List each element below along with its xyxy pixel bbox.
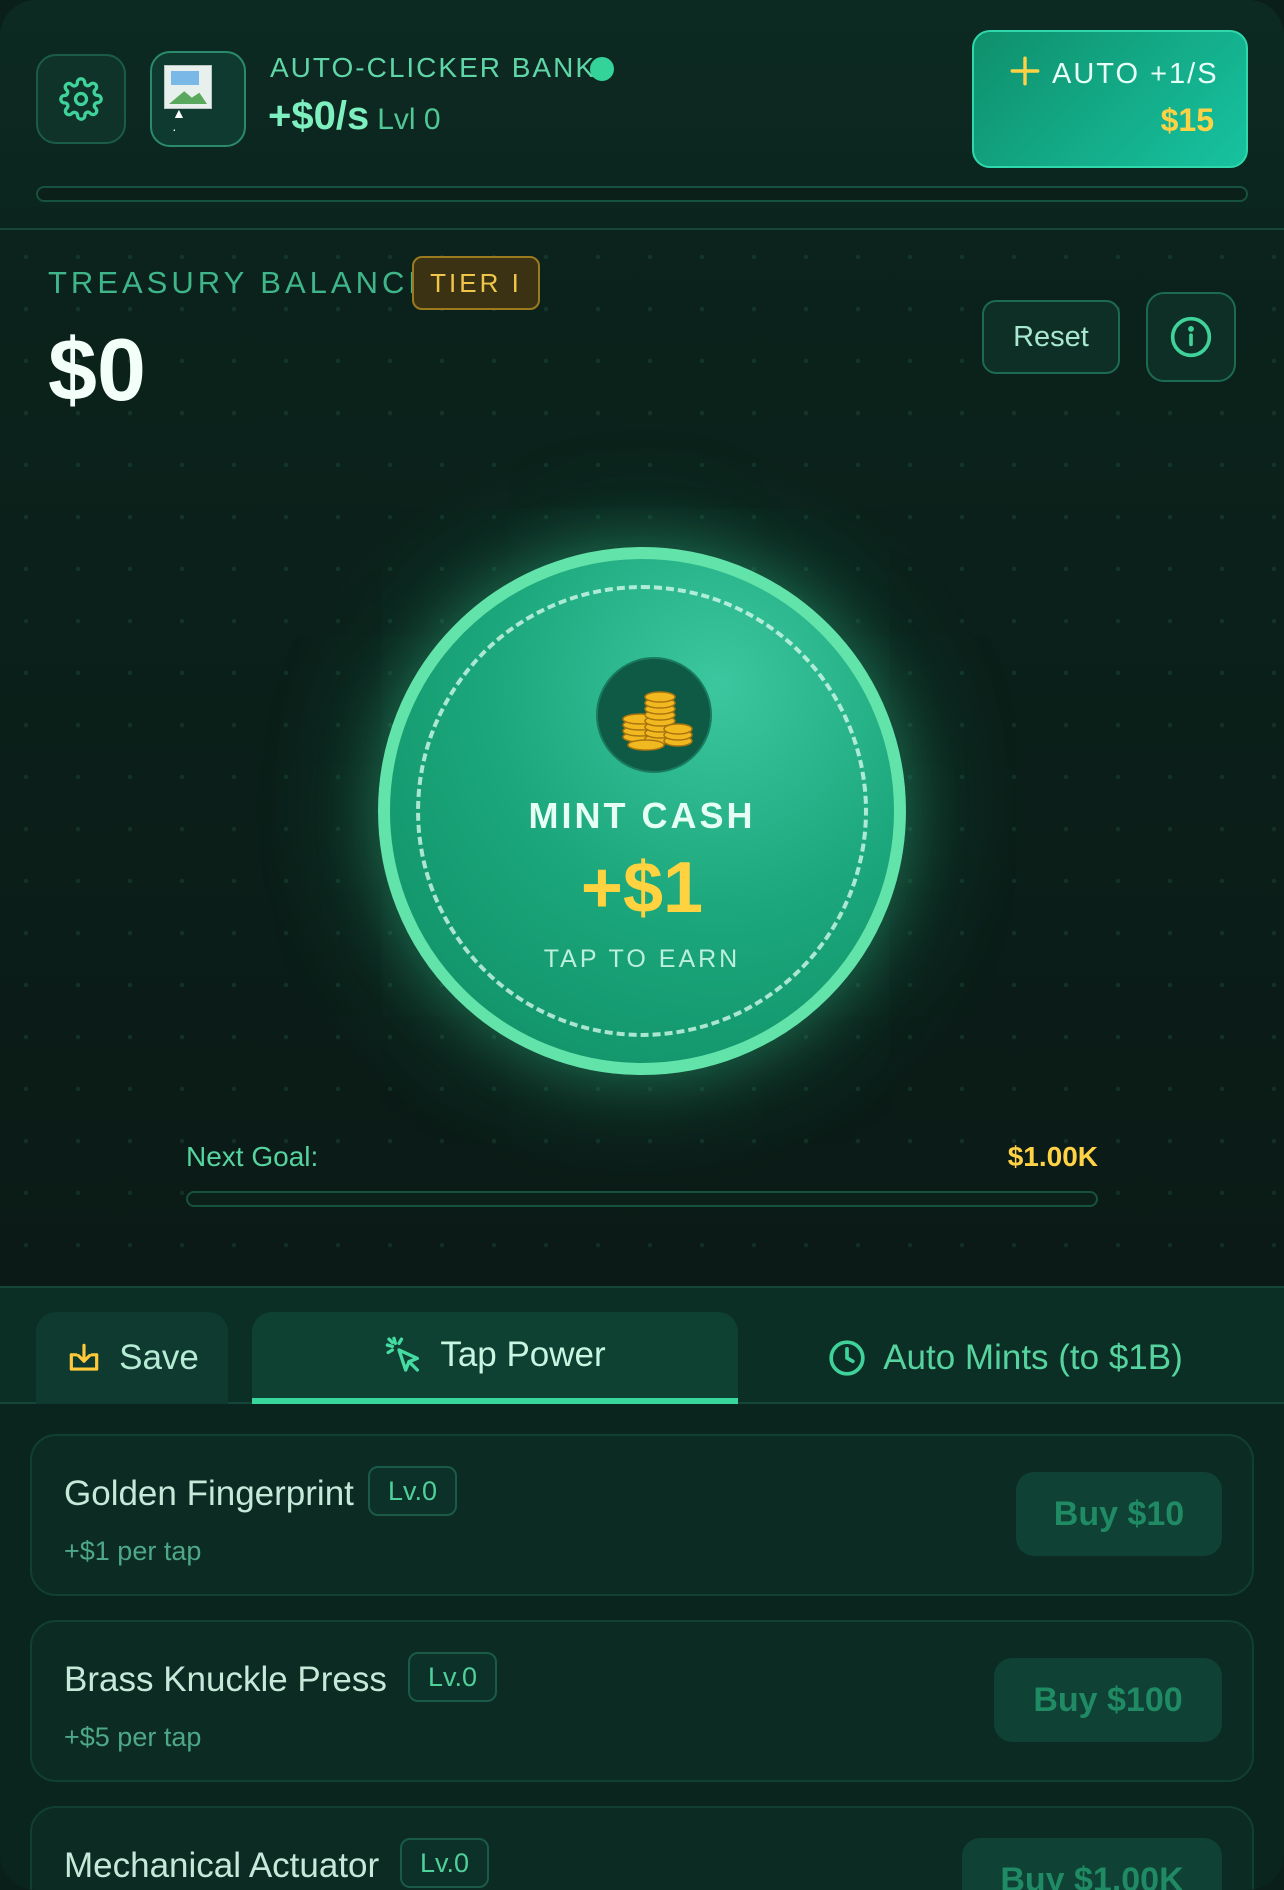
upgrade-name: Brass Knuckle Press <box>64 1660 387 1699</box>
gear-icon <box>59 77 103 121</box>
tab-bar: Save Tap Power Auto Mints (to $1B) <box>0 1286 1284 1404</box>
tab-tap-power[interactable]: Tap Power <box>252 1312 738 1404</box>
download-tray-icon <box>69 1343 99 1371</box>
broken-image-icon <box>164 65 212 109</box>
auto-button-label: AUTO +1/S <box>1052 58 1219 90</box>
info-icon <box>1170 316 1212 358</box>
play-area: TREASURY BALANCE TIER I $0 Reset MINT CA… <box>0 231 1284 1286</box>
cursor-click-icon <box>385 1336 420 1372</box>
tap-value: +$1 <box>580 848 704 928</box>
buy-upgrade-button[interactable]: Buy $100 <box>994 1658 1222 1742</box>
tab-save-label: Save <box>119 1338 199 1377</box>
header: ▲ · AUTO-CLICKER BANK +$0/s Lvl 0 AUTO +1… <box>0 0 1284 230</box>
next-goal-progress-bar <box>186 1191 1098 1207</box>
player-level: Lvl 0 <box>377 103 441 136</box>
bank-title: AUTO-CLICKER BANK <box>270 52 596 83</box>
online-status-dot <box>590 57 614 81</box>
upgrade-description: +$1 per tap <box>64 1536 202 1566</box>
avatar[interactable]: ▲ · <box>150 51 246 147</box>
buy-upgrade-button[interactable]: Buy $1.00K <box>962 1838 1222 1890</box>
next-goal-value: $1.00K <box>1007 1141 1098 1172</box>
buy-upgrade-button[interactable]: Buy $10 <box>1016 1472 1222 1556</box>
upgrade-card: Brass Knuckle Press Lv.0 +$5 per tap Buy… <box>30 1620 1254 1782</box>
reset-button[interactable]: Reset <box>982 300 1120 374</box>
upgrade-card: Mechanical Actuator Lv.0 Buy $1.00K <box>30 1806 1254 1890</box>
plus-icon <box>1010 56 1040 86</box>
upgrade-card: Golden Fingerprint Lv.0 +$1 per tap Buy … <box>30 1434 1254 1596</box>
tab-tap-power-label: Tap Power <box>440 1335 606 1374</box>
upgrade-level-badge: Lv.0 <box>368 1466 458 1516</box>
upgrade-list: Golden Fingerprint Lv.0 +$1 per tap Buy … <box>0 1404 1284 1890</box>
income-rate: +$0/s Lvl 0 <box>268 94 441 139</box>
treasury-label: TREASURY BALANCE <box>48 265 434 300</box>
settings-button[interactable] <box>36 54 126 144</box>
upgrade-name: Golden Fingerprint <box>64 1474 354 1513</box>
avatar-dots: ▲ · <box>172 105 208 137</box>
upgrade-level-badge: Lv.0 <box>400 1838 490 1888</box>
tab-auto-mints[interactable]: Auto Mints (to $1B) <box>760 1312 1250 1404</box>
mint-cash-label: MINT CASH <box>528 795 756 836</box>
header-progress-bar <box>36 186 1248 202</box>
tap-to-earn-hint: TAP TO EARN <box>543 945 741 973</box>
upgrade-description: +$5 per tap <box>64 1722 202 1752</box>
tier-badge: TIER I <box>412 256 540 310</box>
mint-cash-button[interactable]: MINT CASH +$1 TAP TO EARN <box>378 547 906 1075</box>
income-rate-value: +$0/s <box>268 94 370 138</box>
info-button[interactable] <box>1146 292 1236 382</box>
clock-icon <box>829 1340 865 1376</box>
auto-button-price: $15 <box>1160 102 1214 138</box>
next-goal-label: Next Goal: <box>186 1141 319 1172</box>
treasury-balance: $0 <box>48 320 146 419</box>
tab-save[interactable]: Save <box>36 1312 228 1404</box>
upgrade-name: Mechanical Actuator <box>64 1846 380 1885</box>
buy-auto-clicker-button[interactable]: AUTO +1/S $15 <box>972 30 1248 168</box>
app-frame: ▲ · AUTO-CLICKER BANK +$0/s Lvl 0 AUTO +1… <box>0 0 1284 1890</box>
tab-auto-mints-label: Auto Mints (to $1B) <box>883 1338 1183 1377</box>
upgrade-level-badge: Lv.0 <box>408 1652 498 1702</box>
coin-stack-icon <box>596 657 712 773</box>
